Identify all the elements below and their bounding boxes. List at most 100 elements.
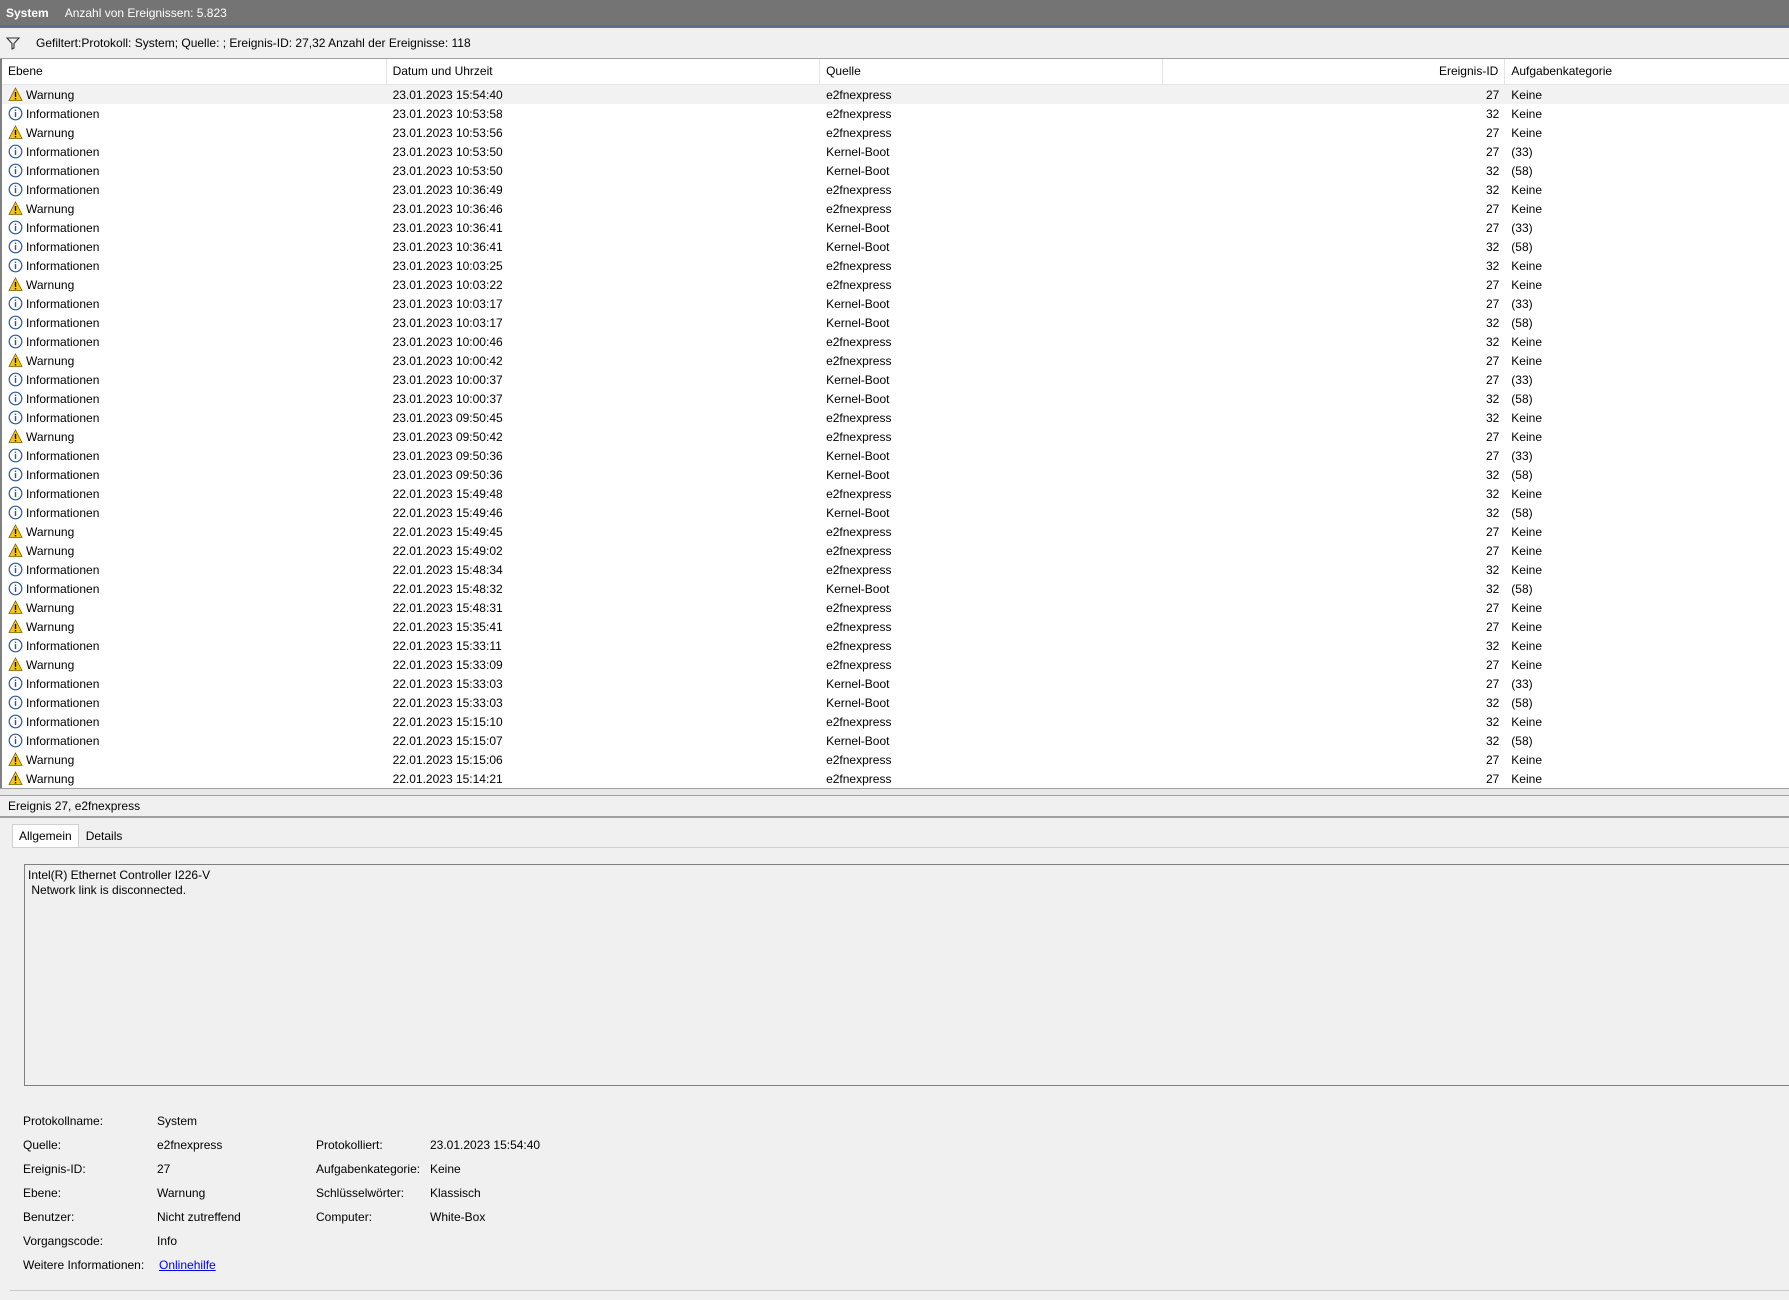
cell-datetime: 23.01.2023 10:36:49 xyxy=(392,182,503,197)
event-table: Ebene Datum und Uhrzeit Quelle Ereignis-… xyxy=(0,59,1789,788)
table-row[interactable]: Informationen 22.01.2023 15:48:32 Kernel-B… xyxy=(2,579,1789,598)
table-row[interactable]: Informationen 23.01.2023 10:36:49 e2fnexpr… xyxy=(2,180,1789,199)
cell-task-category: Keine xyxy=(1511,524,1542,539)
property-label: Quelle: xyxy=(23,1138,62,1152)
table-row[interactable]: Informationen 22.01.2023 15:48:34 e2fnexpr… xyxy=(2,560,1789,579)
table-row[interactable]: Warnung 23.01.2023 10:53:56 e2fnexpress 27 K… xyxy=(2,123,1789,142)
info-icon xyxy=(8,733,23,748)
cell-event-id: 27 xyxy=(1485,676,1500,691)
table-row[interactable]: Informationen 23.01.2023 10:00:46 e2fnexpr… xyxy=(2,332,1789,351)
info-icon xyxy=(8,315,23,330)
cell-event-id: 32 xyxy=(1485,334,1500,349)
table-row[interactable]: Informationen 23.01.2023 10:36:41 Kernel-B… xyxy=(2,218,1789,237)
cell-level: Informationen xyxy=(2,581,387,596)
table-row[interactable]: Informationen 23.01.2023 10:00:37 Kernel-B… xyxy=(2,389,1789,408)
cell-event-id: 32 xyxy=(1485,163,1500,178)
cell-datetime: 22.01.2023 15:49:45 xyxy=(392,524,503,539)
cell-event-id: 27 xyxy=(1485,600,1500,615)
table-row[interactable]: Warnung 22.01.2023 15:49:02 e2fnexpress 27 K… xyxy=(2,541,1789,560)
level-text: Warnung xyxy=(26,429,75,444)
table-row[interactable]: Warnung 23.01.2023 09:50:42 e2fnexpress 27 K… xyxy=(2,427,1789,446)
table-row[interactable]: Informationen 22.01.2023 15:15:10 e2fnexpr… xyxy=(2,712,1789,731)
tab-details[interactable]: Details xyxy=(79,824,130,848)
warning-icon xyxy=(8,125,23,140)
table-row[interactable]: Informationen 23.01.2023 10:03:17 Kernel-B… xyxy=(2,294,1789,313)
table-row[interactable]: Warnung 23.01.2023 10:00:42 e2fnexpress 27 K… xyxy=(2,351,1789,370)
cell-source: Kernel-Boot xyxy=(826,733,890,748)
property-label: Protokolliert: xyxy=(316,1138,383,1152)
cell-level: Informationen xyxy=(2,258,387,273)
table-row[interactable]: Warnung 23.01.2023 10:36:46 e2fnexpress 27 K… xyxy=(2,199,1789,218)
column-header-level[interactable]: Ebene xyxy=(2,59,387,84)
cell-datetime: 23.01.2023 10:36:41 xyxy=(392,239,503,254)
level-text: Warnung xyxy=(26,201,75,216)
column-header-datetime[interactable]: Datum und Uhrzeit xyxy=(387,59,821,84)
cell-level: Warnung xyxy=(2,201,387,216)
level-text: Informationen xyxy=(26,334,100,349)
cell-datetime: 22.01.2023 15:35:41 xyxy=(392,619,503,634)
cell-task-category: (58) xyxy=(1511,391,1533,406)
info-icon xyxy=(8,562,23,577)
table-row[interactable]: Informationen 23.01.2023 10:00:37 Kernel-B… xyxy=(2,370,1789,389)
table-row[interactable]: Warnung 23.01.2023 15:54:40 e2fnexpress 27 K… xyxy=(2,85,1789,104)
cell-source: e2fnexpress xyxy=(826,752,892,767)
event-message[interactable]: Intel(R) Ethernet Controller I226-V Netw… xyxy=(24,864,1789,1086)
cell-level: Informationen xyxy=(2,334,387,349)
pane-splitter[interactable] xyxy=(0,788,1789,796)
cell-event-id: 32 xyxy=(1485,467,1500,482)
cell-datetime: 22.01.2023 15:48:31 xyxy=(392,600,503,615)
property-value: Warnung xyxy=(157,1186,206,1200)
table-row[interactable]: Warnung 22.01.2023 15:48:31 e2fnexpress 27 K… xyxy=(2,598,1789,617)
table-row[interactable]: Informationen 23.01.2023 10:03:17 Kernel-B… xyxy=(2,313,1789,332)
level-text: Informationen xyxy=(26,163,100,178)
table-row[interactable]: Warnung 22.01.2023 15:33:09 e2fnexpress 27 K… xyxy=(2,655,1789,674)
table-row[interactable]: Informationen 22.01.2023 15:15:07 Kernel-B… xyxy=(2,731,1789,750)
table-row[interactable]: Informationen 23.01.2023 10:53:50 Kernel-B… xyxy=(2,161,1789,180)
cell-source: e2fnexpress xyxy=(826,638,892,653)
table-row[interactable]: Informationen 23.01.2023 10:53:50 Kernel-B… xyxy=(2,142,1789,161)
level-text: Warnung xyxy=(26,125,75,140)
property-label: Ereignis-ID: xyxy=(23,1162,86,1176)
table-row[interactable]: Warnung 23.01.2023 10:03:22 e2fnexpress 27 K… xyxy=(2,275,1789,294)
table-row[interactable]: Warnung 22.01.2023 15:35:41 e2fnexpress 27 K… xyxy=(2,617,1789,636)
cell-source: Kernel-Boot xyxy=(826,505,890,520)
table-row[interactable]: Informationen 23.01.2023 09:50:45 e2fnexpr… xyxy=(2,408,1789,427)
cell-level: Informationen xyxy=(2,372,387,387)
table-row[interactable]: Informationen 22.01.2023 15:33:11 e2fnexpr… xyxy=(2,636,1789,655)
table-row[interactable]: Informationen 22.01.2023 15:49:46 Kernel-B… xyxy=(2,503,1789,522)
cell-datetime: 22.01.2023 15:33:09 xyxy=(392,657,503,672)
cell-task-category: (33) xyxy=(1511,296,1533,311)
level-text: Informationen xyxy=(26,391,100,406)
info-icon xyxy=(8,296,23,311)
table-row[interactable]: Warnung 22.01.2023 15:14:21 e2fnexpress 27 K… xyxy=(2,769,1789,788)
tab-general[interactable]: Allgemein xyxy=(12,824,79,848)
level-text: Informationen xyxy=(26,372,100,387)
cell-datetime: 23.01.2023 10:53:58 xyxy=(392,106,503,121)
table-row[interactable]: Informationen 23.01.2023 10:53:58 e2fnexpr… xyxy=(2,104,1789,123)
warning-icon xyxy=(8,657,23,672)
column-header-task-category[interactable]: Aufgabenkategorie xyxy=(1505,59,1789,84)
cell-task-category: Keine xyxy=(1511,106,1542,121)
cell-task-category: (58) xyxy=(1511,239,1533,254)
table-row[interactable]: Informationen 23.01.2023 10:03:25 e2fnexpr… xyxy=(2,256,1789,275)
level-text: Informationen xyxy=(26,106,100,121)
property-label: Protokollname: xyxy=(23,1114,104,1128)
cell-datetime: 22.01.2023 15:33:11 xyxy=(392,638,502,653)
cell-datetime: 23.01.2023 10:53:56 xyxy=(392,125,503,140)
table-row[interactable]: Informationen 23.01.2023 09:50:36 Kernel-B… xyxy=(2,446,1789,465)
property-value: Nicht zutreffend xyxy=(157,1210,241,1224)
table-row[interactable]: Warnung 22.01.2023 15:49:45 e2fnexpress 27 K… xyxy=(2,522,1789,541)
event-count: Anzahl von Ereignissen: 5.823 xyxy=(64,5,227,20)
warning-icon xyxy=(8,524,23,539)
table-row[interactable]: Warnung 22.01.2023 15:15:06 e2fnexpress 27 K… xyxy=(2,750,1789,769)
online-help-link[interactable]: Onlinehilfe xyxy=(159,1258,216,1272)
table-row[interactable]: Informationen 23.01.2023 09:50:36 Kernel-B… xyxy=(2,465,1789,484)
column-header-event-id[interactable]: Ereignis-ID xyxy=(1163,59,1506,84)
table-row[interactable]: Informationen 23.01.2023 10:36:41 Kernel-B… xyxy=(2,237,1789,256)
cell-event-id: 32 xyxy=(1485,258,1500,273)
cell-datetime: 23.01.2023 10:36:41 xyxy=(392,220,503,235)
table-row[interactable]: Informationen 22.01.2023 15:33:03 Kernel-B… xyxy=(2,674,1789,693)
column-header-source[interactable]: Quelle xyxy=(820,59,1163,84)
table-row[interactable]: Informationen 22.01.2023 15:49:48 e2fnexpr… xyxy=(2,484,1789,503)
table-row[interactable]: Informationen 22.01.2023 15:33:03 Kernel-B… xyxy=(2,693,1789,712)
